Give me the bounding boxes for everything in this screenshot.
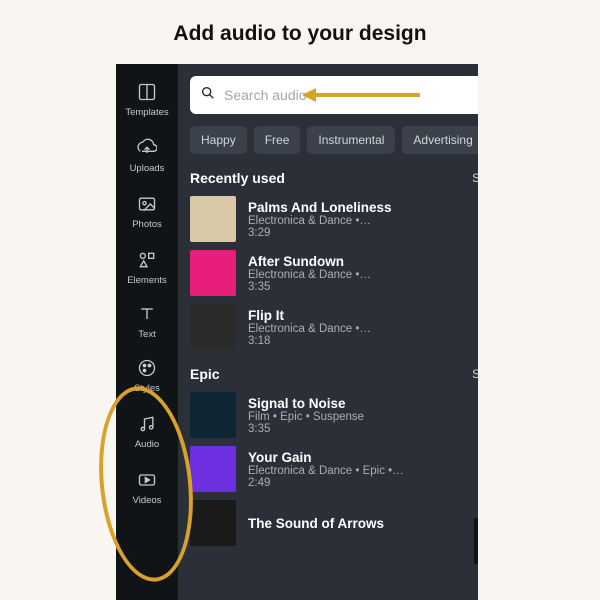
sidebar-item-styles[interactable]: Styles: [116, 348, 178, 402]
search-input[interactable]: [224, 87, 478, 103]
track-title: Palms And Loneliness: [248, 200, 392, 215]
track-title: Your Gain: [248, 450, 404, 465]
sidebar-item-label: Styles: [134, 383, 160, 394]
text-icon: [136, 303, 158, 325]
track-cover: [190, 304, 236, 350]
track-row[interactable]: Signal to Noise Film • Epic • Suspense 3…: [190, 392, 478, 438]
sidebar-item-uploads[interactable]: Uploads: [116, 128, 178, 182]
track-duration: 2:49: [248, 477, 404, 489]
section-title: Epic: [190, 366, 220, 382]
track-title: The Sound of Arrows: [248, 516, 384, 531]
sidebar-item-videos[interactable]: Videos: [116, 460, 178, 514]
search-row: [190, 76, 478, 114]
chip-row: Happy Free Instrumental Advertising: [190, 126, 478, 154]
section-title: Recently used: [190, 170, 285, 186]
sidebar-item-elements[interactable]: Elements: [116, 240, 178, 294]
track-row[interactable]: Palms And Loneliness Electronica & Dance…: [190, 196, 478, 242]
app-window: Templates Uploads Photos Elements Text: [116, 64, 478, 600]
audio-panel: Happy Free Instrumental Advertising Rece…: [178, 64, 478, 600]
search-icon: [200, 85, 216, 106]
section-head-recent: Recently used See all: [190, 170, 478, 186]
page-title: Add audio to your design: [0, 0, 600, 46]
sidebar-item-label: Photos: [132, 219, 162, 230]
styles-icon: [136, 357, 158, 379]
track-title: Signal to Noise: [248, 396, 364, 411]
sidebar-item-label: Videos: [133, 495, 162, 506]
sidebar-item-label: Templates: [125, 107, 168, 118]
photos-icon: [136, 193, 158, 215]
track-list-epic: Signal to Noise Film • Epic • Suspense 3…: [190, 392, 478, 546]
videos-icon: [136, 469, 158, 491]
track-subtitle: Film • Epic • Suspense: [248, 411, 364, 423]
sidebar-item-label: Audio: [135, 439, 159, 450]
track-duration: 3:35: [248, 423, 364, 435]
chip-free[interactable]: Free: [254, 126, 301, 154]
track-duration: 3:29: [248, 227, 392, 239]
track-cover: [190, 500, 236, 546]
sidebar-item-label: Elements: [127, 275, 167, 286]
sidebar-item-text[interactable]: Text: [116, 296, 178, 346]
uploads-icon: [136, 137, 158, 159]
track-row[interactable]: After Sundown Electronica & Dance •… 3:3…: [190, 250, 478, 296]
see-all-link[interactable]: See all: [472, 171, 478, 185]
sidebar-item-label: Uploads: [130, 163, 165, 174]
see-all-link[interactable]: See all: [472, 367, 478, 381]
track-cover: [190, 250, 236, 296]
track-cover: [190, 196, 236, 242]
chip-happy[interactable]: Happy: [190, 126, 247, 154]
track-row[interactable]: The Sound of Arrows: [190, 500, 478, 546]
audio-icon: [136, 413, 158, 435]
chip-instrumental[interactable]: Instrumental: [307, 126, 395, 154]
sidebar: Templates Uploads Photos Elements Text: [116, 64, 178, 600]
elements-icon: [136, 249, 158, 271]
track-subtitle: Electronica & Dance •…: [248, 323, 371, 335]
chip-advertising[interactable]: Advertising: [402, 126, 478, 154]
track-duration: 3:18: [248, 335, 371, 347]
sidebar-item-label: Text: [138, 329, 155, 340]
track-title: After Sundown: [248, 254, 371, 269]
track-subtitle: Electronica & Dance •…: [248, 269, 371, 281]
track-title: Flip It: [248, 308, 371, 323]
sidebar-item-audio[interactable]: Audio: [116, 404, 178, 458]
track-duration: 3:35: [248, 281, 371, 293]
track-cover: [190, 392, 236, 438]
track-row[interactable]: Your Gain Electronica & Dance • Epic •… …: [190, 446, 478, 492]
templates-icon: [136, 81, 158, 103]
track-row[interactable]: Flip It Electronica & Dance •… 3:18: [190, 304, 478, 350]
panel-grab-handle[interactable]: [474, 518, 478, 564]
track-subtitle: Electronica & Dance •…: [248, 215, 392, 227]
sidebar-item-photos[interactable]: Photos: [116, 184, 178, 238]
track-list-recent: Palms And Loneliness Electronica & Dance…: [190, 196, 478, 350]
section-head-epic: Epic See all: [190, 366, 478, 382]
sidebar-item-templates[interactable]: Templates: [116, 72, 178, 126]
track-subtitle: Electronica & Dance • Epic •…: [248, 465, 404, 477]
track-cover: [190, 446, 236, 492]
